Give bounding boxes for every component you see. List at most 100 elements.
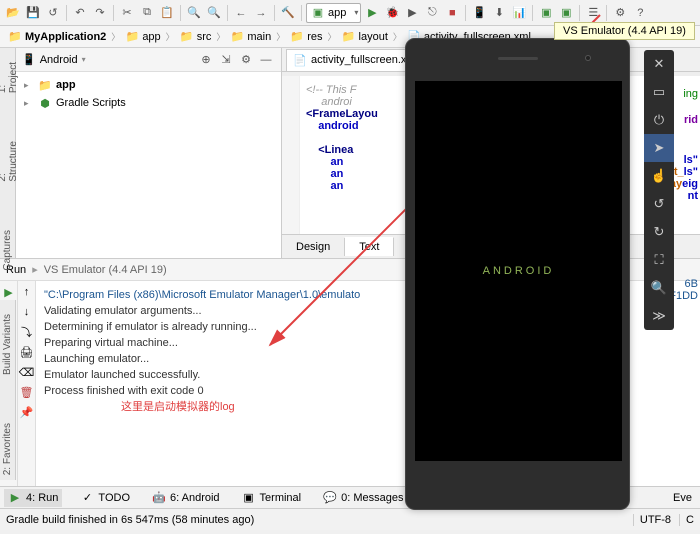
xml-icon: 📄	[293, 53, 307, 67]
zoom-icon[interactable]: 🔍	[644, 274, 674, 302]
monitor-icon[interactable]: 📊	[510, 4, 528, 22]
tree-gradle[interactable]: ▸⬢ Gradle Scripts	[20, 94, 277, 112]
emulator-window[interactable]: ANDROID	[405, 38, 630, 510]
tree-item-label: app	[56, 79, 76, 91]
emulator-speaker	[498, 57, 538, 60]
run-toolbar-left2: ↑ ↓ ⤵ 🖨 ⌫ 🗑 📌	[18, 281, 36, 486]
editor-tab-label: activity_fullscreen.xml	[311, 54, 418, 66]
design-tab[interactable]: Design	[282, 238, 345, 256]
bc-project[interactable]: 📁MyApplication2	[4, 30, 110, 44]
text-tab[interactable]: Text	[345, 237, 394, 256]
up-icon[interactable]: ↑	[20, 285, 34, 299]
folder-icon: 📁	[125, 30, 139, 44]
module-icon: ▣	[311, 6, 325, 20]
save-icon[interactable]: 💾	[24, 4, 42, 22]
bc-app[interactable]: 📁app	[121, 30, 164, 44]
redo-icon[interactable]: ↷	[91, 4, 109, 22]
replace-icon[interactable]: 🔍	[205, 4, 223, 22]
pointer-icon[interactable]: ➤	[644, 134, 674, 162]
gutter	[282, 76, 300, 234]
undo-icon[interactable]: ↶	[71, 4, 89, 22]
tab-messages[interactable]: 💬0: Messages	[319, 489, 407, 507]
annotation-text: 这里是启动模拟器的log	[121, 399, 235, 415]
tab-captures[interactable]: Captures	[2, 226, 13, 275]
project-panel: 📱 Android ▾ ⊕ ⇲ ⚙ — ▸📁 app ▸⬢ Gradle Scr…	[16, 48, 282, 258]
tab-eventlog[interactable]: Eve	[669, 490, 696, 506]
gradle-icon: ⬢	[38, 96, 52, 110]
structure-icon[interactable]: ☰	[584, 4, 602, 22]
sdk-icon[interactable]: ⬇	[490, 4, 508, 22]
folder-icon: 📁	[8, 30, 22, 44]
vs-emu2-icon[interactable]: ▣	[557, 4, 575, 22]
todo-icon: ✓	[80, 491, 94, 505]
more-icon[interactable]: ≫	[644, 302, 674, 330]
gear-icon[interactable]: ⚙	[237, 51, 255, 69]
close-icon[interactable]: ✕	[644, 50, 674, 78]
attach-icon[interactable]: ⎋	[423, 4, 441, 22]
status-context[interactable]: C	[679, 514, 694, 526]
rerun-icon[interactable]: ▶	[2, 285, 16, 299]
tab-todo[interactable]: ✓TODO	[76, 489, 134, 507]
project-panel-header: 📱 Android ▾ ⊕ ⇲ ⚙ —	[16, 48, 281, 72]
tooltip-vs-emulator: VS Emulator (4.4 API 19)	[554, 22, 695, 40]
vs-emu1-icon[interactable]: ▣	[537, 4, 555, 22]
forward-icon[interactable]: →	[252, 4, 270, 22]
tab-android[interactable]: 🤖6: Android	[148, 489, 224, 507]
project-view-label: Android	[40, 54, 78, 66]
status-message: Gradle build finished in 6s 547ms (58 mi…	[6, 514, 254, 526]
rotate-left-icon[interactable]: ↺	[644, 190, 674, 218]
module-icon: 📁	[38, 78, 52, 92]
tab-structure[interactable]: 2: Structure	[0, 137, 19, 186]
tab-run[interactable]: ▶4: Run	[4, 489, 62, 507]
emulator-screen[interactable]: ANDROID	[415, 81, 622, 461]
bc-main[interactable]: 📁main	[226, 30, 275, 44]
pin-icon[interactable]: 📌	[20, 405, 34, 419]
profile-icon[interactable]: ▶	[403, 4, 421, 22]
bc-res[interactable]: 📁res	[286, 30, 326, 44]
minimize-icon[interactable]: ▭	[644, 78, 674, 106]
print-icon[interactable]: 🖨	[20, 345, 34, 359]
power-icon[interactable]: ⏻	[644, 106, 674, 134]
avd-icon[interactable]: 📱	[470, 4, 488, 22]
run-config-combo[interactable]: ▣ app	[306, 3, 361, 23]
left-bottom-tabs: Build Variants 2: Favorites	[0, 300, 16, 480]
build-icon[interactable]: 🔨	[279, 4, 297, 22]
scroll-from-icon[interactable]: ⊕	[197, 51, 215, 69]
copy-icon[interactable]: ⧉	[138, 4, 156, 22]
debug-icon[interactable]: 🐞	[383, 4, 401, 22]
tab-terminal[interactable]: ▣Terminal	[238, 489, 306, 507]
folder-icon: 📁	[230, 30, 244, 44]
fit-icon[interactable]: ⛶	[644, 246, 674, 274]
touch-icon[interactable]: ☝	[644, 162, 674, 190]
project-tree[interactable]: ▸📁 app ▸⬢ Gradle Scripts	[16, 72, 281, 258]
tab-project[interactable]: 1: Project	[0, 58, 19, 97]
bc-layout[interactable]: 📁layout	[338, 30, 392, 44]
left-tool-tabs: 1: Project 2: Structure Captures	[0, 48, 16, 258]
wrap-icon[interactable]: ⤵	[20, 325, 34, 339]
message-icon: 💬	[323, 491, 337, 505]
tab-favorites[interactable]: 2: Favorites	[2, 419, 13, 479]
help-icon[interactable]: ?	[631, 4, 649, 22]
find-icon[interactable]: 🔍	[185, 4, 203, 22]
tree-app[interactable]: ▸📁 app	[20, 76, 277, 94]
status-encoding[interactable]: UTF-8	[633, 514, 671, 526]
sync-icon[interactable]: ↺	[44, 4, 62, 22]
collapse-icon[interactable]: ⇲	[217, 51, 235, 69]
settings-icon[interactable]: ⚙	[611, 4, 629, 22]
down-icon[interactable]: ↓	[20, 305, 34, 319]
rotate-right-icon[interactable]: ↻	[644, 218, 674, 246]
stop-icon[interactable]: ■	[443, 4, 461, 22]
trash-icon[interactable]: 🗑	[20, 385, 34, 399]
hide-icon[interactable]: —	[257, 51, 275, 69]
clear-icon[interactable]: ⌫	[20, 365, 34, 379]
run-target-label: VS Emulator (4.4 API 19)	[44, 264, 167, 276]
folder-icon: 📁	[290, 30, 304, 44]
run-config-label: app	[328, 7, 346, 19]
open-icon[interactable]: 📂	[4, 4, 22, 22]
run-icon[interactable]: ▶	[363, 4, 381, 22]
cut-icon[interactable]: ✂	[118, 4, 136, 22]
back-icon[interactable]: ←	[232, 4, 250, 22]
paste-icon[interactable]: 📋	[158, 4, 176, 22]
tab-build-variants[interactable]: Build Variants	[2, 310, 13, 379]
bc-src[interactable]: 📁src	[176, 30, 216, 44]
